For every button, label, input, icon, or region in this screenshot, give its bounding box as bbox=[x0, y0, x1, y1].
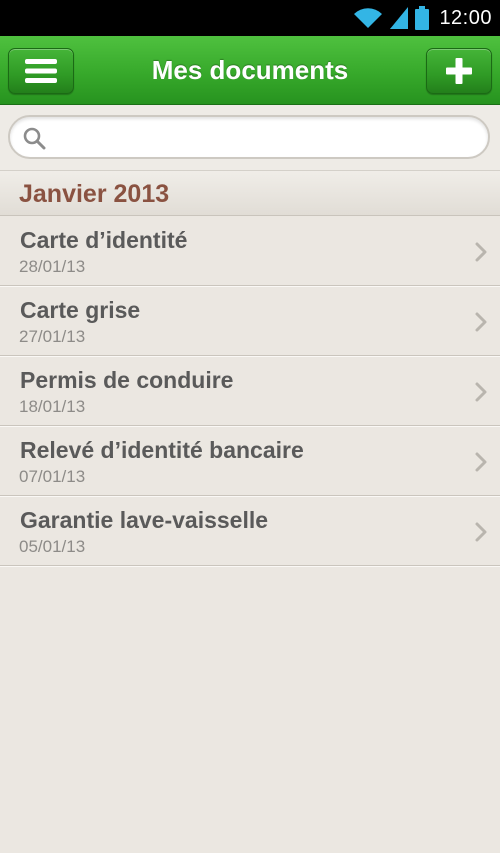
chevron-right-icon bbox=[475, 242, 487, 262]
page-title: Mes documents bbox=[151, 55, 349, 85]
document-date: 05/01/13 bbox=[19, 537, 86, 556]
chevron-right-icon bbox=[475, 522, 487, 542]
document-title: Garantie lave-vaisselle bbox=[20, 507, 269, 533]
document-list: Carte d’identité 28/01/13 Carte grise 27… bbox=[0, 216, 500, 566]
document-date: 27/01/13 bbox=[19, 327, 86, 346]
chevron-right-icon bbox=[475, 382, 487, 402]
add-document-button[interactable] bbox=[426, 48, 492, 94]
status-bar: 12:00 bbox=[0, 0, 500, 36]
hamburger-menu-icon bbox=[25, 59, 57, 83]
chevron-right-icon bbox=[475, 312, 487, 332]
status-time: 12:00 bbox=[439, 6, 492, 29]
document-date: 28/01/13 bbox=[19, 257, 86, 276]
chevron-right-icon bbox=[475, 452, 487, 472]
search-input[interactable] bbox=[54, 121, 478, 155]
document-title: Carte grise bbox=[20, 297, 141, 323]
search-field[interactable] bbox=[8, 115, 490, 159]
status-icons: 12:00 bbox=[353, 0, 492, 36]
section-header: Janvier 2013 bbox=[0, 171, 500, 216]
search-bar bbox=[0, 105, 500, 171]
document-date: 07/01/13 bbox=[19, 467, 86, 486]
signal-icon bbox=[390, 7, 409, 29]
search-icon bbox=[23, 127, 46, 150]
document-title: Permis de conduire bbox=[20, 367, 234, 393]
document-title: Carte d’identité bbox=[20, 227, 188, 253]
app-header: Mes documents bbox=[0, 36, 500, 105]
document-date: 18/01/13 bbox=[19, 397, 86, 416]
list-item[interactable]: Carte grise 27/01/13 bbox=[0, 286, 500, 356]
wifi-icon bbox=[354, 8, 383, 29]
battery-icon bbox=[415, 6, 430, 30]
plus-icon bbox=[446, 58, 472, 84]
section-title: Janvier 2013 bbox=[19, 180, 170, 208]
list-item[interactable]: Garantie lave-vaisselle 05/01/13 bbox=[0, 496, 500, 566]
list-item[interactable]: Permis de conduire 18/01/13 bbox=[0, 356, 500, 426]
document-title: Relevé d’identité bancaire bbox=[20, 437, 304, 463]
list-item[interactable]: Carte d’identité 28/01/13 bbox=[0, 216, 500, 286]
menu-button[interactable] bbox=[8, 48, 74, 94]
list-item[interactable]: Relevé d’identité bancaire 07/01/13 bbox=[0, 426, 500, 496]
